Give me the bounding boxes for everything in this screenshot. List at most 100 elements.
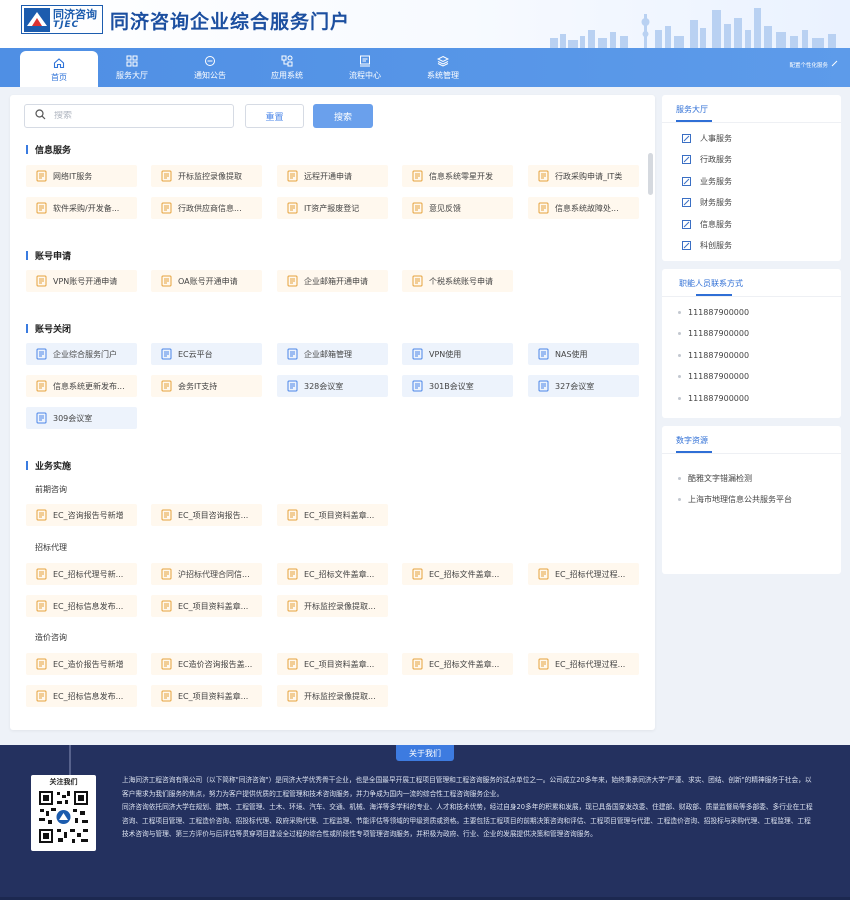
nav-apps[interactable]: 应用系统 [248, 48, 326, 87]
service-card[interactable]: NAS使用 [528, 343, 639, 365]
nav-system[interactable]: 系统管理 [404, 48, 482, 87]
service-card[interactable]: 行政采购申请_IT类 [528, 165, 639, 187]
search-button[interactable]: 搜索 [313, 104, 373, 128]
edit-square-icon [682, 134, 691, 143]
service-card[interactable]: 309会议室 [26, 407, 137, 429]
digital-item[interactable]: 上海市地理信息公共服务平台 [678, 494, 792, 505]
service-card[interactable]: EC_招标代理过程... [528, 563, 639, 585]
hall-item-business[interactable]: 业务服务 [682, 176, 732, 187]
doc-icon [287, 380, 298, 392]
qr-code-icon[interactable] [37, 789, 90, 845]
header: 同济咨询 TJEC 同济咨询企业综合服务门户 [0, 0, 850, 48]
form-icon [287, 690, 298, 702]
reset-button[interactable]: 重置 [245, 104, 304, 128]
edit-square-icon [682, 220, 691, 229]
service-card[interactable]: VPN账号开通申请 [26, 270, 137, 292]
service-card[interactable]: 开标监控录像提取... [277, 595, 388, 617]
form-icon [161, 202, 172, 214]
personalize-label: 配置个性化服务 [789, 62, 828, 69]
service-card[interactable]: EC云平台 [151, 343, 262, 365]
service-card[interactable]: VPN使用 [402, 343, 513, 365]
service-card[interactable]: 企业邮箱开通申请 [277, 270, 388, 292]
service-card[interactable]: 开标监控录像提取... [277, 685, 388, 707]
service-card[interactable]: OA账号开通申请 [151, 270, 262, 292]
nav-service-hall[interactable]: 服务大厅 [93, 48, 171, 87]
service-card[interactable]: EC_招标文件盖章... [402, 563, 513, 585]
service-card[interactable]: EC_招标代理号新... [26, 563, 137, 585]
hall-item-info[interactable]: 信息服务 [682, 219, 732, 230]
service-card[interactable]: EC_项目资料盖章... [277, 504, 388, 526]
doc-icon [36, 348, 47, 360]
service-card[interactable]: 个税系统账号申请 [402, 270, 513, 292]
nav-home-label: 首页 [51, 72, 67, 82]
edit-square-icon [682, 198, 691, 207]
hall-item-admin[interactable]: 行政服务 [682, 154, 732, 165]
service-card[interactable]: 会务IT支持 [151, 375, 262, 397]
service-card[interactable]: EC_造价报告号新增 [26, 653, 137, 675]
personalize-link[interactable]: 配置个性化服务 [789, 60, 838, 69]
service-card[interactable]: 企业邮箱管理 [277, 343, 388, 365]
service-card[interactable]: EC_项目咨询报告... [151, 504, 262, 526]
service-card[interactable]: 信息系统更新发布... [26, 375, 137, 397]
logo-mark-icon [24, 7, 50, 32]
about-us-tab[interactable]: 关于我们 [396, 745, 454, 761]
home-icon [53, 56, 65, 70]
service-card[interactable]: EC造价咨询报告盖... [151, 653, 262, 675]
service-panel: 重置 搜索 信息服务 网络IT服务 开标监控录像提取 远程开通申请 信息系统零星… [10, 95, 655, 730]
form-icon [287, 509, 298, 521]
nav-notice[interactable]: 通知公告 [171, 48, 249, 87]
hall-item-finance[interactable]: 财务服务 [682, 197, 732, 208]
form-icon [538, 658, 549, 670]
service-card[interactable]: EC_招标代理过程... [528, 653, 639, 675]
search-input[interactable] [54, 111, 214, 121]
form-icon [36, 600, 47, 612]
intro-paragraph-2: 同济咨询依托同济大学在规划、建筑、工程管理、土木、环境、汽车、交通、机械、海洋等… [122, 803, 813, 839]
service-card[interactable]: EC_招标文件盖章... [277, 563, 388, 585]
edit-square-icon [682, 241, 691, 250]
hall-item-hr[interactable]: 人事服务 [682, 133, 732, 144]
nav-process[interactable]: 流程中心 [326, 48, 404, 87]
service-card[interactable]: 网络IT服务 [26, 165, 137, 187]
scrollbar[interactable] [648, 153, 653, 195]
grid-icon [126, 54, 138, 68]
service-card[interactable]: EC_项目资料盖章... [151, 595, 262, 617]
service-card[interactable]: EC_招标信息发布... [26, 595, 137, 617]
nav-home[interactable]: 首页 [20, 51, 98, 87]
search-box[interactable] [24, 104, 234, 128]
form-icon [36, 380, 47, 392]
service-card[interactable]: 沪招标代理合同信... [151, 563, 262, 585]
service-card[interactable]: 301B会议室 [402, 375, 513, 397]
form-icon [161, 600, 172, 612]
digital-item[interactable]: 酷雅文字错漏检测 [678, 473, 752, 484]
service-card[interactable]: 远程开通申请 [277, 165, 388, 187]
footer: 关于我们 关注我们 上海同济工程咨询有限公司（以下简称"同济咨询"）是同济大学优… [0, 745, 850, 900]
intro-paragraph-1: 上海同济工程咨询有限公司（以下简称"同济咨询"）是同济大学优秀骨干企业，也是全国… [122, 776, 812, 798]
service-card[interactable]: EC_咨询报告号新增 [26, 504, 137, 526]
form-icon [287, 275, 298, 287]
logo-cn-text: 同济咨询 [53, 8, 97, 21]
section-title-account-close: 账号关闭 [26, 322, 71, 335]
form-icon [287, 202, 298, 214]
service-card[interactable]: 信息系统故障处... [528, 197, 639, 219]
service-card[interactable]: 328会议室 [277, 375, 388, 397]
service-card[interactable]: IT资产报废登记 [277, 197, 388, 219]
nav-notice-label: 通知公告 [194, 71, 226, 80]
service-card[interactable]: EC_招标文件盖章... [402, 653, 513, 675]
service-card[interactable]: 软件采购/开发备... [26, 197, 137, 219]
service-card[interactable]: 意见反馈 [402, 197, 513, 219]
company-logo[interactable]: 同济咨询 TJEC [21, 5, 103, 34]
edit-icon [831, 60, 838, 69]
service-card[interactable]: EC_项目资料盖章... [151, 685, 262, 707]
service-card[interactable]: 企业综合服务门户 [26, 343, 137, 365]
process-icon [359, 54, 371, 68]
form-icon [36, 568, 47, 580]
form-icon [161, 568, 172, 580]
service-card[interactable]: 开标监控录像提取 [151, 165, 262, 187]
service-card[interactable]: EC_项目资料盖章... [277, 653, 388, 675]
hall-item-innovation[interactable]: 科创服务 [682, 240, 732, 251]
service-card[interactable]: 信息系统零星开发 [402, 165, 513, 187]
main-nav: 首页 服务大厅 通知公告 应用系统 流程中心 系统管理 配置个性化服务 [0, 48, 850, 87]
service-card[interactable]: 行政供应商信息... [151, 197, 262, 219]
service-card[interactable]: EC_招标信息发布... [26, 685, 137, 707]
service-card[interactable]: 327会议室 [528, 375, 639, 397]
